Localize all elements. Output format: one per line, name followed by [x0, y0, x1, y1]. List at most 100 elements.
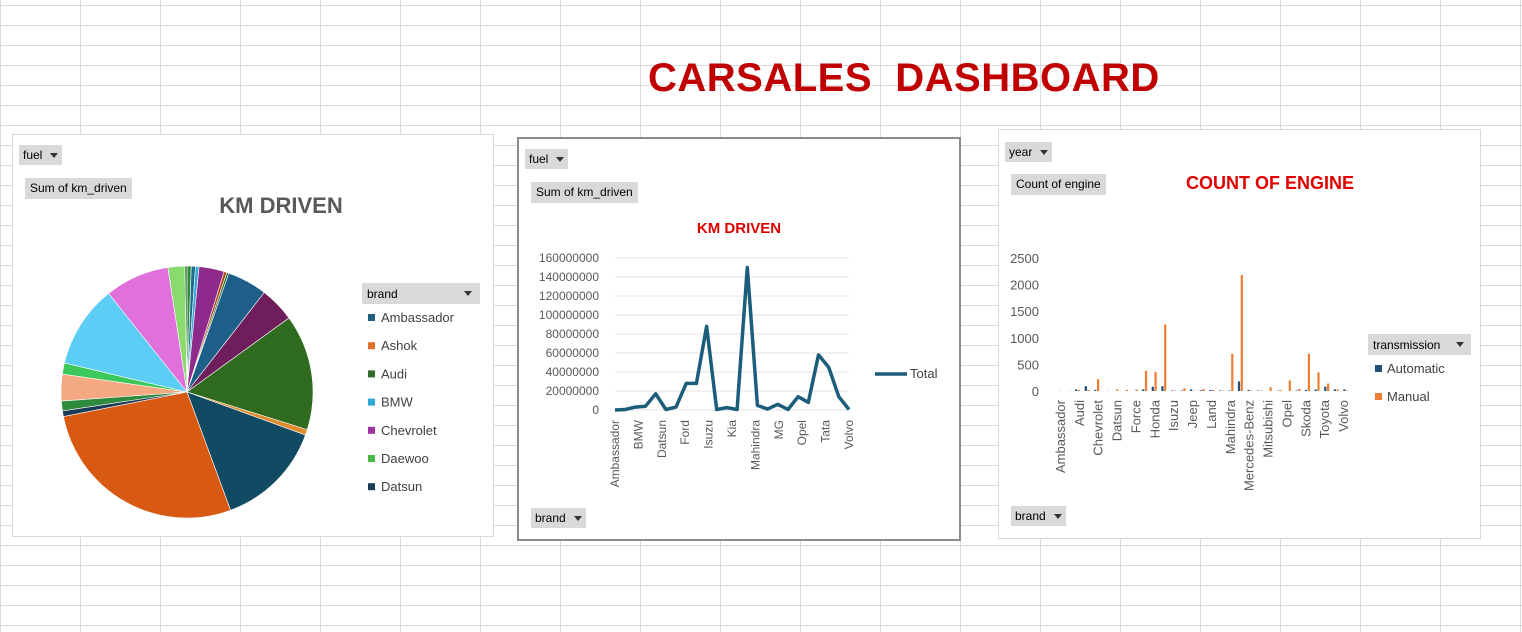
- legend-swatch-automatic: [1375, 365, 1382, 372]
- line-x-tick-label: Datsun: [655, 420, 669, 458]
- bar-chart-title: COUNT OF ENGINE: [1186, 173, 1354, 193]
- bar-x-tick-label: Jeep: [1185, 400, 1200, 428]
- bar-manual-6: [1116, 389, 1119, 391]
- line-x-tick-label: Kia: [725, 420, 739, 438]
- line-y-tick-label: 140000000: [539, 270, 599, 284]
- legend-swatch-5: [368, 455, 375, 462]
- line-chart-panel: fuel Sum of km_driven KM DRIVEN 0 2000000…: [517, 137, 961, 541]
- line-y-tick-label: 120000000: [539, 289, 599, 303]
- bar-manual-25: [1298, 388, 1301, 391]
- line-y-axis: 0 20000000 40000000 60000000 80000000 1000000…: [539, 251, 599, 417]
- bar-automatic-17: [1218, 390, 1221, 391]
- brand-axis-button[interactable]: brand: [1011, 506, 1066, 526]
- line-series-total: [614, 265, 851, 412]
- legend-label-3: BMW: [381, 395, 414, 410]
- bar-x-axis: Ambassador Audi Chevrolet Datsun Force Honda I…: [1053, 399, 1351, 491]
- bar-y-tick-label: 2000: [1010, 278, 1039, 293]
- bar-automatic-20: [1247, 389, 1250, 391]
- bar-chart: COUNT OF ENGINE 0 500 1000 1500 2000 2500 Amb…: [1010, 173, 1471, 491]
- pie-chart-panel: fuel Sum of km_driven KM DRIVEN brand Am…: [12, 134, 494, 537]
- bar-manual-24: [1288, 380, 1291, 391]
- bar-manual-23: [1279, 389, 1282, 391]
- bar-manual-19: [1240, 275, 1243, 391]
- bar-manual-17: [1221, 390, 1224, 391]
- bar-manual-15: [1202, 388, 1205, 391]
- bar-x-tick-label: Opel: [1279, 400, 1294, 428]
- bar-manual-21: [1259, 390, 1263, 391]
- line-y-tick-label: 160000000: [539, 251, 599, 265]
- legend-swatch-0: [368, 314, 375, 321]
- bar-manual-8: [1135, 389, 1138, 391]
- line-x-tick-label: Volvo: [842, 420, 856, 450]
- bar-manual-9: [1144, 370, 1148, 391]
- bar-automatic-21: [1257, 390, 1260, 391]
- bar-manual-28: [1327, 383, 1330, 391]
- legend-label-manual: Manual: [1387, 389, 1430, 404]
- bar-automatic-3: [1084, 386, 1087, 391]
- legend-total-label: Total: [910, 366, 938, 381]
- bar-x-tick-label: Chevrolet: [1091, 400, 1106, 456]
- line-y-tick-label: 40000000: [546, 365, 600, 379]
- bar-manual-13: [1183, 388, 1186, 391]
- bar-automatic-10: [1151, 386, 1154, 391]
- line-gridlines: [615, 257, 849, 411]
- bar-automatic-18: [1228, 390, 1231, 391]
- bar-manual-12: [1173, 390, 1176, 391]
- bar-manual-11: [1164, 324, 1167, 391]
- line-y-tick-label: 0: [592, 403, 599, 417]
- brand-axis-button[interactable]: brand: [531, 508, 586, 528]
- legend-swatch-6: [368, 483, 375, 491]
- legend-label-4: Chevrolet: [381, 423, 437, 438]
- bar-y-tick-label: 2500: [1010, 251, 1039, 266]
- line-x-tick-label: BMW: [631, 419, 645, 449]
- legend-label-automatic: Automatic: [1387, 361, 1445, 376]
- bar-y-tick-label: 500: [1017, 357, 1039, 372]
- bar-x-tick-label: Ambassador: [1053, 399, 1068, 473]
- bar-automatic-11: [1161, 386, 1164, 391]
- legend-label-1: Ashok: [381, 338, 418, 353]
- line-y-tick-label: 60000000: [546, 346, 600, 360]
- bar-automatic-29: [1333, 389, 1336, 391]
- bar-manual-22: [1269, 387, 1272, 391]
- dropdown-arrow-icon: [1053, 514, 1062, 520]
- bar-automatic-4: [1094, 389, 1097, 391]
- bar-x-tick-label: Datsun: [1110, 400, 1125, 441]
- line-x-tick-label: Ambassador: [608, 420, 622, 487]
- pie-legend: Ambassador Ashok Audi BMW Chevrolet Daewoo Dat…: [368, 310, 455, 494]
- legend-swatch-manual: [1375, 393, 1382, 400]
- line-chart: KM DRIVEN 0 20000000 40000000 60000000 80000…: [539, 220, 938, 487]
- bar-x-tick-label: Land: [1204, 400, 1219, 429]
- pie-slices: [60, 265, 314, 519]
- line-y-tick-label: 100000000: [539, 308, 599, 322]
- pie-chart: KM DRIVEN brand Ambassador Ashok Audi BMW Ch…: [60, 193, 480, 519]
- bar-manual-20: [1250, 390, 1253, 391]
- line-x-axis: Ambassador BMW Datsun Ford Isuzu Kia Mahindra M…: [608, 419, 856, 487]
- legend-label-6: Datsun: [381, 479, 422, 494]
- bar-automatic-14: [1190, 389, 1193, 391]
- bar-automatic-26: [1305, 389, 1308, 391]
- bar-manual-3: [1087, 389, 1090, 391]
- line-x-tick-label: Ford: [678, 420, 692, 445]
- bar-x-tick-label: Mitsubishi: [1261, 400, 1276, 458]
- line-y-tick-label: 80000000: [546, 327, 600, 341]
- legend-swatch-1: [368, 342, 375, 350]
- bar-manual-27: [1317, 372, 1320, 391]
- line-chart-title: KM DRIVEN: [697, 220, 781, 237]
- legend-label-5: Daewoo: [381, 451, 429, 466]
- bar-manual-18: [1231, 353, 1234, 391]
- line-x-tick-label: MG: [772, 420, 786, 439]
- bar-x-tick-label: Audi: [1072, 400, 1087, 426]
- bar-x-tick-label: Force: [1128, 400, 1143, 433]
- pie-chart-title: KM DRIVEN: [219, 193, 342, 218]
- legend-swatch-3: [368, 398, 375, 406]
- bar-manual-4: [1097, 379, 1100, 391]
- bar-automatic-30: [1343, 389, 1346, 391]
- line-x-tick-label: Mahindra: [748, 420, 762, 470]
- bar-automatic-19: [1237, 381, 1241, 391]
- brand-axis-label: brand: [535, 511, 566, 525]
- dashboard-title: CARSALES DASHBOARD: [648, 56, 1160, 100]
- bar-automatic-28: [1324, 386, 1327, 391]
- bar-x-tick-label: Mahindra: [1223, 399, 1238, 454]
- bar-x-tick-label: Honda: [1147, 399, 1162, 438]
- brand-axis-label: brand: [1015, 509, 1046, 523]
